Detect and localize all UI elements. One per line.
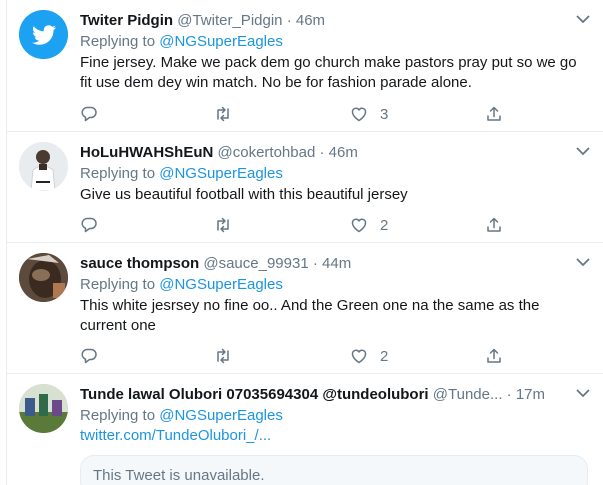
retweet-button[interactable] [214, 213, 232, 237]
replying-to: Replying to @NGSuperEagles [80, 32, 590, 52]
user-handle[interactable]: @sauce_99931 [203, 255, 308, 272]
reply-button[interactable] [80, 213, 98, 237]
reply-icon [81, 106, 97, 122]
replying-label: Replying to [80, 407, 156, 424]
mention-link[interactable]: @NGSuperEagles [159, 407, 283, 424]
share-button[interactable] [485, 344, 503, 368]
user-name[interactable]: HoLuHWAHShEuN [80, 144, 213, 161]
user-name[interactable]: sauce thompson [80, 255, 199, 272]
user-handle[interactable]: @cokertohbad [218, 144, 316, 161]
user-handle[interactable]: @Twiter_Pidgin [177, 12, 282, 29]
unavailable-message: This Tweet is unavailable. [93, 467, 265, 484]
replying-label: Replying to [80, 276, 156, 293]
retweet-button[interactable] [214, 344, 232, 368]
unavailable-tweet-card: This Tweet is unavailable. [80, 455, 588, 485]
tweet-header: sauce thompson @sauce_99931 · 44m [80, 253, 590, 275]
separator-dot: · [312, 255, 318, 272]
retweet-icon [217, 217, 229, 233]
replying-label: Replying to [80, 165, 156, 182]
tweet-text: Fine jersey. Make we pack dem go church … [80, 54, 577, 91]
separator-dot: · [506, 386, 512, 403]
tweet-text: This white jesrsey no fine oo.. And the … [80, 297, 540, 334]
retweet-icon [217, 348, 229, 364]
tweet[interactable]: HoLuHWAHShEuN @cokertohbad · 46m Replyin… [7, 132, 603, 243]
heart-icon [351, 218, 367, 233]
reply-icon [81, 348, 97, 364]
chevron-down-icon[interactable] [576, 146, 590, 156]
avatar[interactable] [19, 384, 68, 433]
tweet-actions: 3 [80, 102, 520, 126]
tweet-actions: 2 [80, 344, 520, 368]
replying-to: Replying to @NGSuperEagles [80, 275, 590, 295]
twitter-bird-icon [19, 10, 68, 59]
chevron-down-icon[interactable] [576, 14, 590, 24]
reply-icon [81, 217, 97, 233]
avatar[interactable] [19, 10, 68, 59]
like-button[interactable]: 2 [350, 344, 388, 368]
share-icon [487, 217, 501, 232]
like-button[interactable]: 3 [350, 102, 388, 126]
tweet-timestamp[interactable]: 46m [329, 144, 358, 161]
tweet[interactable]: Twiter Pidgin @Twiter_Pidgin · 46m Reply… [7, 0, 603, 132]
replying-to: Replying to @NGSuperEagles [80, 164, 590, 184]
tweet-timestamp[interactable]: 17m [516, 386, 545, 403]
tweet-header: Tunde lawal Olubori 07035694304 @tundeol… [80, 384, 590, 406]
user-photo-icon [19, 253, 68, 302]
tweet-text: Give us beautiful football with this bea… [80, 186, 408, 203]
chevron-down-icon[interactable] [576, 388, 590, 398]
reply-button[interactable] [80, 344, 98, 368]
share-icon [487, 348, 501, 363]
tweet-header: Twiter Pidgin @Twiter_Pidgin · 46m [80, 10, 590, 32]
separator-dot: · [319, 144, 325, 161]
like-count: 2 [380, 216, 389, 234]
tweet-timestamp[interactable]: 44m [322, 255, 351, 272]
timeline: Twiter Pidgin @Twiter_Pidgin · 46m Reply… [6, 0, 603, 485]
tweet-content: Twiter Pidgin @Twiter_Pidgin · 46m Reply… [80, 10, 590, 93]
tweet-actions: 2 [80, 213, 520, 237]
avatar[interactable] [19, 142, 68, 191]
share-button[interactable] [485, 102, 503, 126]
user-photo-icon [19, 142, 68, 191]
mention-link[interactable]: @NGSuperEagles [159, 276, 283, 293]
heart-icon [351, 349, 367, 364]
share-button[interactable] [485, 213, 503, 237]
tweet-content: sauce thompson @sauce_99931 · 44m Replyi… [80, 253, 590, 336]
user-photo-icon [19, 384, 68, 433]
like-button[interactable]: 2 [350, 213, 388, 237]
tweet-content: HoLuHWAHShEuN @cokertohbad · 46m Replyin… [80, 142, 590, 205]
replying-to: Replying to @NGSuperEagles [80, 406, 590, 426]
like-count: 2 [380, 347, 389, 365]
user-name[interactable]: Tunde lawal Olubori 07035694304 @tundeol… [80, 386, 429, 403]
chevron-down-icon[interactable] [576, 257, 590, 267]
mention-link[interactable]: @NGSuperEagles [159, 33, 283, 50]
tweet-header: HoLuHWAHShEuN @cokertohbad · 46m [80, 142, 590, 164]
mention-link[interactable]: @NGSuperEagles [159, 165, 283, 182]
tweet-content: Tunde lawal Olubori 07035694304 @tundeol… [80, 384, 590, 446]
like-count: 3 [380, 105, 389, 123]
heart-icon [351, 107, 367, 122]
replying-label: Replying to [80, 33, 156, 50]
user-handle[interactable]: @Tunde... [433, 386, 503, 403]
retweet-button[interactable] [214, 102, 232, 126]
separator-dot: · [286, 12, 292, 29]
tweet-timestamp[interactable]: 46m [296, 12, 325, 29]
reply-button[interactable] [80, 102, 98, 126]
share-icon [487, 106, 501, 121]
avatar[interactable] [19, 253, 68, 302]
tweet[interactable]: Tunde lawal Olubori 07035694304 @tundeol… [7, 374, 603, 485]
user-name[interactable]: Twiter Pidgin [80, 12, 173, 29]
retweet-icon [217, 106, 229, 122]
tweet[interactable]: sauce thompson @sauce_99931 · 44m Replyi… [7, 243, 603, 374]
tweet-url-link[interactable]: twitter.com/TundeOlubori_/... [80, 426, 590, 446]
